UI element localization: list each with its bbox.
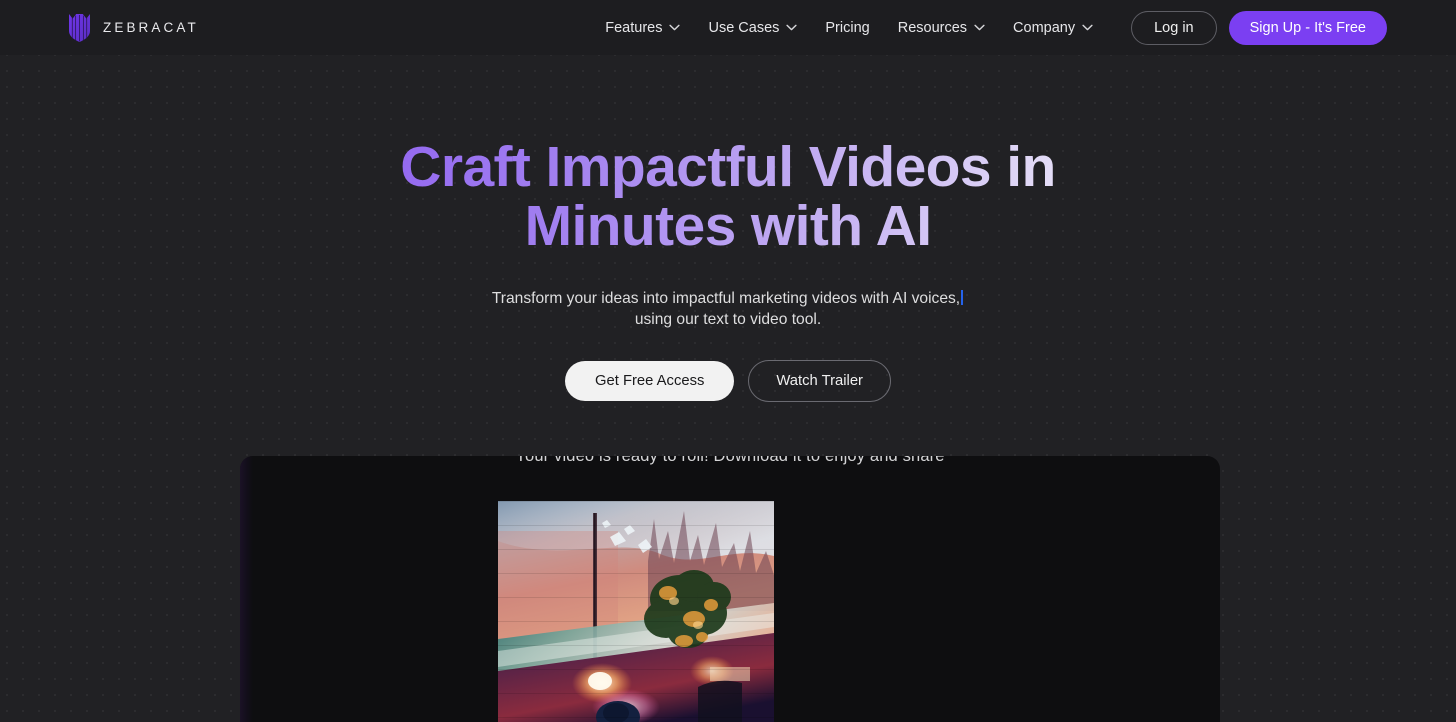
landing-page: ZEBRACAT Features Use Cases Pricing Reso… <box>0 0 1456 722</box>
headline-line-2: Minutes with AI <box>524 194 932 258</box>
cta-wrapper: Get Free Access Watch Trailer No Credit … <box>0 360 1456 402</box>
cta-row: Get Free Access Watch Trailer <box>0 360 1456 402</box>
chevron-down-icon <box>1082 24 1093 31</box>
zebracat-logo-icon <box>69 13 90 42</box>
page-title: Craft Impactful Videos in Minutes with A… <box>0 138 1456 256</box>
nav-item-resources[interactable]: Resources <box>884 13 999 43</box>
brand-logo-link[interactable]: ZEBRACAT <box>69 13 199 42</box>
video-preview-panel[interactable]: Your video is ready to roll! Download it… <box>240 456 1220 722</box>
header-actions: Log in Sign Up - It's Free <box>1131 10 1387 45</box>
site-header: ZEBRACAT Features Use Cases Pricing Reso… <box>0 0 1456 55</box>
nav-item-company[interactable]: Company <box>999 13 1107 43</box>
watch-trailer-button[interactable]: Watch Trailer <box>748 360 891 402</box>
nav-item-pricing[interactable]: Pricing <box>811 13 883 43</box>
main-navigation: Features Use Cases Pricing Resources Com… <box>591 10 1387 45</box>
nav-item-features[interactable]: Features <box>591 13 694 43</box>
nav-item-label: Resources <box>897 19 968 36</box>
brand-name: ZEBRACAT <box>103 20 199 35</box>
sunset-cityscape-image <box>498 501 774 722</box>
hero-subtitle-part-2: using our text to video tool. <box>634 311 822 328</box>
chevron-down-icon <box>786 24 798 31</box>
nav-item-label: Features <box>605 19 663 36</box>
nav-item-label: Use Cases <box>708 19 780 36</box>
get-free-access-button[interactable]: Get Free Access <box>565 361 735 401</box>
login-button[interactable]: Log in <box>1131 10 1217 45</box>
chevron-down-icon <box>974 24 985 31</box>
text-caret <box>961 290 964 305</box>
chevron-down-icon <box>669 24 681 31</box>
nav-item-label: Company <box>1013 19 1076 36</box>
headline-line-1: Craft Impactful Videos in <box>400 135 1056 199</box>
hero-subtitle: Transform your ideas into impactful mark… <box>478 288 978 330</box>
signup-button[interactable]: Sign Up - It's Free <box>1228 10 1387 45</box>
nav-item-use-cases[interactable]: Use Cases <box>694 13 811 43</box>
nav-item-label: Pricing <box>825 19 870 36</box>
hero-section: Craft Impactful Videos in Minutes with A… <box>0 55 1456 402</box>
video-ready-caption: Your video is ready to roll! Download it… <box>515 456 945 465</box>
video-still-thumbnail[interactable] <box>498 501 774 722</box>
hero-subtitle-part-1: Transform your ideas into impactful mark… <box>491 290 961 307</box>
